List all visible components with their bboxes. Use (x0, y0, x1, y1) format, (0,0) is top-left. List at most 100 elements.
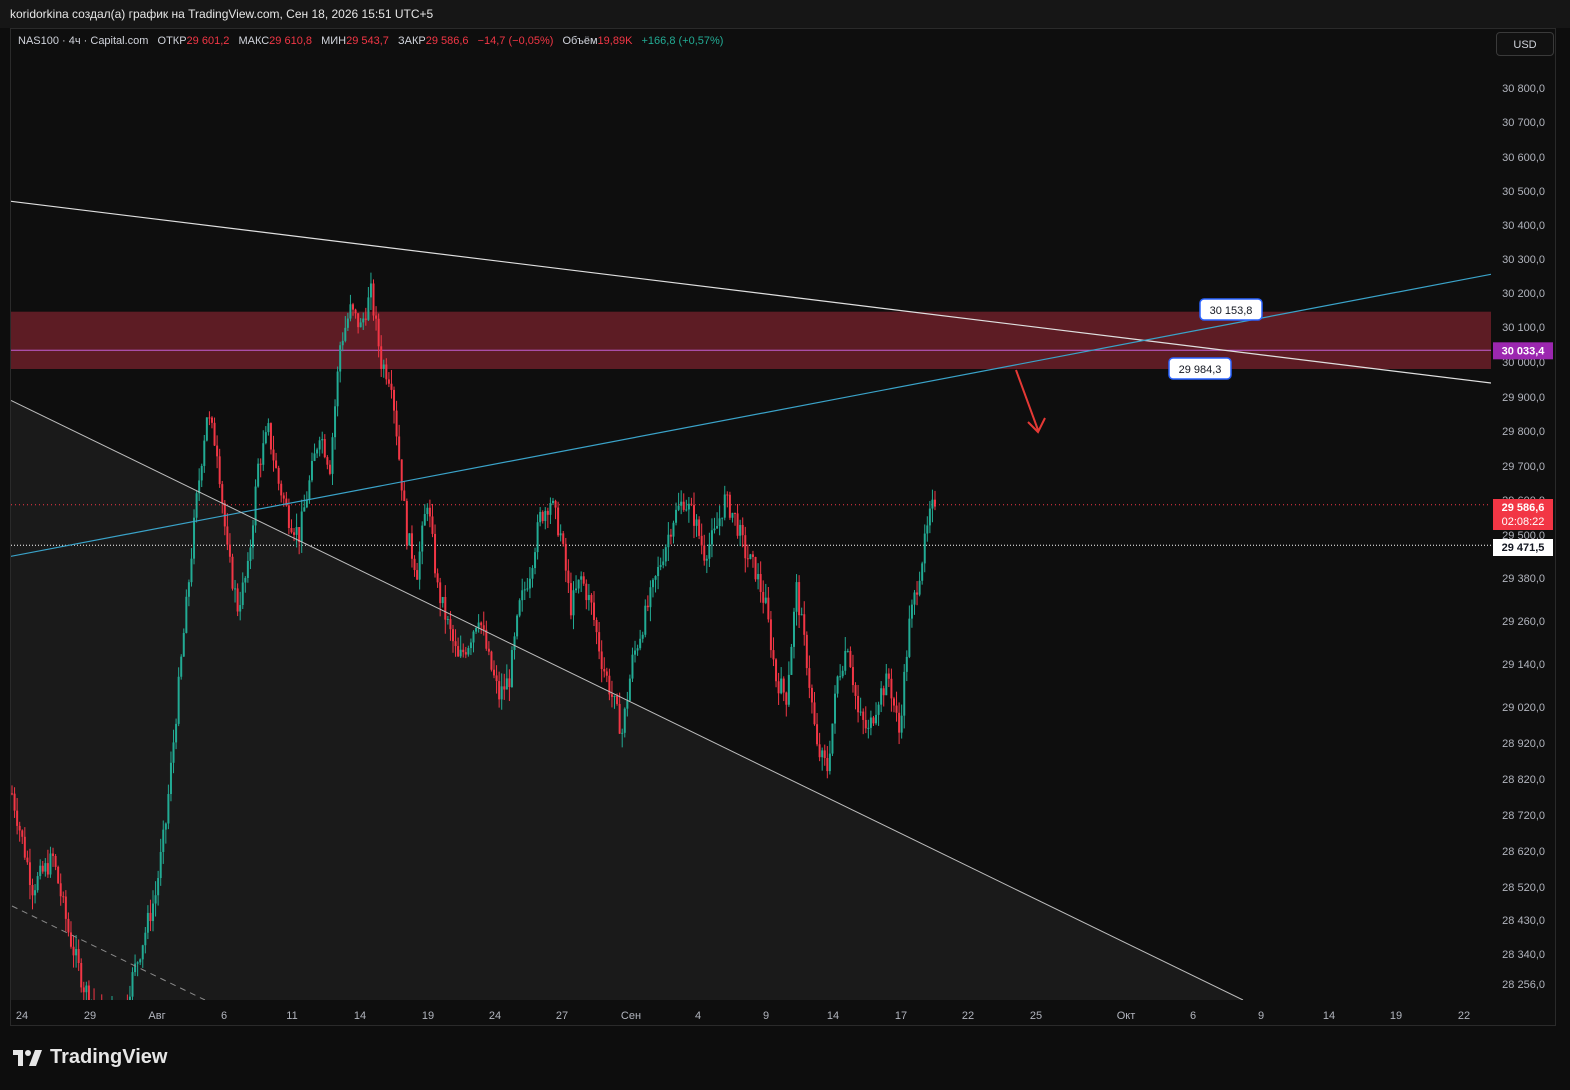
candle-body (590, 595, 593, 603)
candle-body (487, 648, 490, 652)
candle-body (921, 563, 924, 581)
candle-body (923, 533, 926, 564)
candle-body (390, 383, 393, 390)
legend-symbol[interactable]: NAS100 · 4ч · Capital.com (18, 35, 148, 47)
candle-body (551, 500, 554, 504)
y-axis-tick-label: 30 400,0 (1502, 220, 1545, 232)
legend-high-label: МАКС (238, 35, 270, 47)
candle-body (119, 1011, 121, 1014)
candle-body (385, 364, 388, 380)
candle-body (303, 507, 306, 512)
candle-body (657, 566, 660, 577)
candle-body (326, 457, 329, 465)
candle-body (685, 509, 688, 511)
last-price-tag[interactable]: 29 586,6 02:08:22 (1493, 499, 1553, 530)
candle-body (644, 605, 647, 635)
legend-volume-label: Объём (562, 35, 598, 47)
candle-body (762, 591, 765, 603)
upper-price-annotation[interactable]: 30 153,8 (1199, 298, 1263, 321)
purple-level-price-tag[interactable]: 30 033,4 (1493, 342, 1553, 360)
candle-body (880, 688, 883, 705)
x-axis-tick-label: 4 (695, 1010, 701, 1022)
candle-body (372, 283, 375, 316)
candle-body (872, 717, 875, 724)
lower-price-annotation[interactable]: 29 984,3 (1168, 357, 1232, 380)
candle-body (26, 857, 29, 863)
candle-body (703, 545, 706, 561)
currency-button[interactable]: USD (1496, 32, 1554, 56)
candle-body (934, 499, 936, 507)
candle-body (723, 494, 726, 518)
x-axis-tick-label: 29 (84, 1010, 96, 1022)
x-axis-tick-label: 22 (1458, 1010, 1470, 1022)
candle-body (111, 1008, 113, 1026)
legend-volume-change: +166,8 (+0,57%) (641, 35, 724, 47)
candle-body (744, 535, 747, 559)
candle-body (844, 650, 847, 671)
price-chart[interactable]: 30 800,0 30 700,0 30 600,0 30 500,0 30 400,0… (0, 0, 1570, 1090)
candle-body (575, 588, 578, 591)
candle-body (459, 649, 462, 657)
bearish-arrow-shaft[interactable] (1015, 369, 1039, 431)
candle-body (403, 490, 406, 502)
candle-body (659, 565, 662, 567)
candle-body (436, 573, 439, 583)
candle-body (749, 554, 752, 559)
candle-body (816, 724, 819, 745)
candle-body (482, 625, 485, 630)
candle-body (549, 503, 552, 515)
candle-body (639, 638, 642, 649)
candle-body (108, 1013, 110, 1027)
candle-body (349, 304, 352, 319)
candle-body (623, 708, 626, 733)
candle-body (239, 605, 242, 612)
candle-body (528, 578, 531, 589)
candle-body (387, 379, 390, 384)
candle-body (777, 681, 780, 694)
y-axis-tick-label: 28 820,0 (1502, 774, 1545, 786)
candle-body (16, 810, 19, 826)
candle-body (485, 629, 488, 649)
candle-body (359, 322, 362, 328)
candle-body (305, 499, 308, 508)
candle-body (721, 517, 724, 519)
candle-body (631, 654, 634, 679)
candle-body (849, 650, 852, 668)
candle-body (216, 445, 219, 457)
candle-body (854, 685, 857, 696)
candle-body (121, 1014, 123, 1015)
candle-body (569, 583, 572, 616)
x-axis-tick-label: Окт (1117, 1010, 1136, 1022)
candle-body (249, 547, 252, 561)
candle-body (159, 851, 162, 879)
candle-body (675, 509, 678, 523)
candle-body (795, 582, 798, 612)
candle-body (598, 632, 601, 652)
tradingview-logo[interactable]: TradingView (12, 1046, 167, 1069)
candle-body (282, 495, 285, 499)
candle-body (692, 505, 695, 526)
candle-body (890, 678, 893, 699)
candle-body (580, 576, 583, 580)
legend-close-value: 29 586,6 (425, 35, 469, 47)
candle-body (616, 695, 619, 704)
white-level-price-tag[interactable]: 29 471,5 (1493, 539, 1553, 556)
candle-body (736, 513, 739, 536)
candle-body (518, 600, 521, 616)
candle-body (728, 494, 731, 518)
candle-body (464, 652, 467, 655)
candle-body (900, 715, 903, 733)
candle-body (931, 499, 934, 509)
candle-body (162, 829, 165, 852)
candle-body (859, 711, 862, 713)
candle-body (887, 673, 890, 679)
candle-body (114, 1008, 116, 1013)
candle-body (792, 611, 795, 647)
resistance-zone[interactable] (11, 311, 1491, 369)
candle-body (195, 493, 198, 518)
candle-body (908, 618, 911, 657)
candle-body (313, 453, 316, 461)
candle-body (836, 676, 839, 694)
candle-body (321, 439, 324, 441)
candle-body (157, 878, 160, 896)
